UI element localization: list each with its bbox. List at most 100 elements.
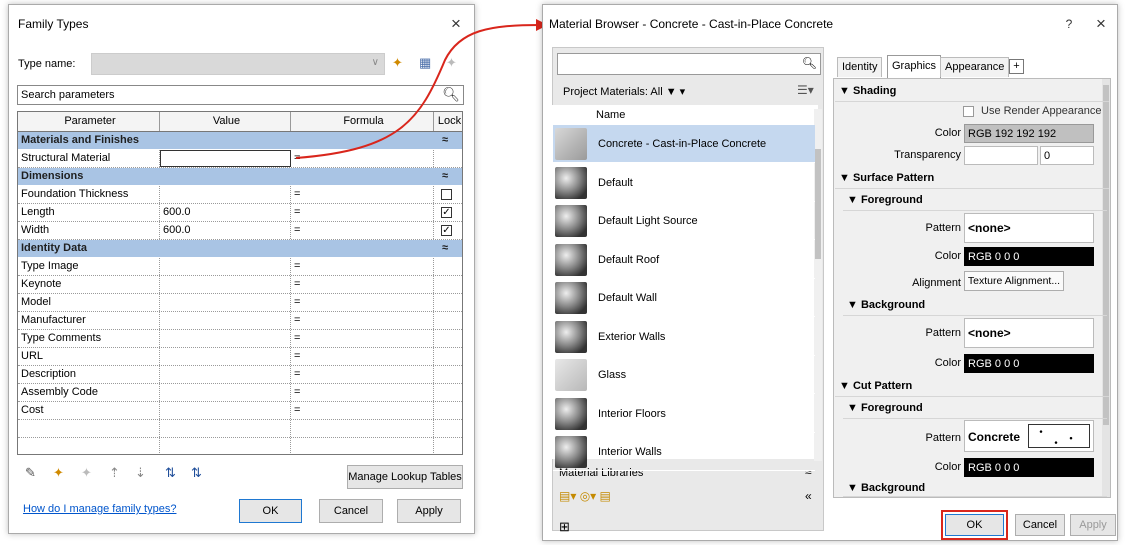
parameter-name[interactable]: Description xyxy=(18,366,160,383)
parameter-value[interactable] xyxy=(160,276,291,293)
empty-cell[interactable] xyxy=(434,420,462,437)
parameter-name[interactable]: Model xyxy=(18,294,160,311)
lock-checkbox[interactable]: ✓ xyxy=(441,207,452,218)
transparency-slider[interactable] xyxy=(964,146,1038,165)
list-view-icon[interactable]: ☰▾ xyxy=(797,83,814,97)
texture-alignment-button[interactable]: Texture Alignment... xyxy=(964,271,1064,291)
parameter-value[interactable] xyxy=(160,258,291,275)
empty-cell[interactable] xyxy=(291,420,434,437)
expand-icon[interactable]: « xyxy=(805,489,812,503)
sort-descending-icon[interactable]: ⇅ xyxy=(191,465,202,481)
parameter-formula[interactable]: = xyxy=(291,294,434,311)
surface-color-swatch[interactable]: RGB 0 0 0 xyxy=(964,247,1094,266)
properties-scrollbar[interactable] xyxy=(1102,79,1110,497)
filter-label[interactable]: Project Materials: All ▼ ▾ xyxy=(563,85,685,98)
parameter-name[interactable]: Foundation Thickness xyxy=(18,186,160,203)
parameter-name[interactable]: Width xyxy=(18,222,160,239)
ok-button[interactable]: OK xyxy=(239,499,302,523)
edit-parameter-icon[interactable]: ✎ xyxy=(25,465,36,481)
search-icon[interactable]: 🔍︎ xyxy=(442,86,460,103)
empty-cell[interactable] xyxy=(18,438,160,454)
parameter-value[interactable]: 600.0 xyxy=(160,204,291,221)
parameter-formula[interactable]: = xyxy=(291,366,434,383)
cut-foreground-header[interactable]: ▼ Foreground xyxy=(843,398,1107,419)
parameter-name[interactable]: Cost xyxy=(18,402,160,419)
column-header[interactable]: Value xyxy=(160,112,291,131)
empty-cell[interactable] xyxy=(160,438,291,454)
surface-pattern-header[interactable]: ▼ Surface Pattern xyxy=(835,168,1109,189)
parameter-name[interactable]: Structural Material xyxy=(18,150,160,167)
collapse-icon[interactable]: ≈ xyxy=(442,240,448,257)
manage-lookup-button[interactable]: Manage Lookup Tables xyxy=(347,465,463,489)
parameter-formula[interactable]: = xyxy=(291,222,434,239)
parameter-value[interactable] xyxy=(160,150,291,167)
parameter-formula[interactable]: = xyxy=(291,402,434,419)
parameter-name[interactable]: Type Comments xyxy=(18,330,160,347)
parameter-value[interactable] xyxy=(160,348,291,365)
parameter-formula[interactable]: = xyxy=(291,150,434,167)
parameter-value[interactable] xyxy=(160,330,291,347)
cut-color-swatch[interactable]: RGB 0 0 0 xyxy=(964,458,1094,477)
material-item[interactable]: Default Wall xyxy=(553,279,815,317)
column-header[interactable]: Formula xyxy=(291,112,434,131)
parameter-name[interactable]: Length xyxy=(18,204,160,221)
material-item[interactable]: Exterior Walls xyxy=(553,318,815,356)
bg-pattern-field[interactable]: <none> xyxy=(964,318,1094,348)
parameter-formula[interactable]: = xyxy=(291,348,434,365)
cancel-button[interactable]: Cancel xyxy=(319,499,383,523)
search-input[interactable]: Search parameters 🔍︎ xyxy=(17,85,464,105)
material-search-input[interactable]: 🔍︎ xyxy=(557,53,821,75)
new-type-icon[interactable]: ✦ xyxy=(392,55,403,71)
add-tab-button[interactable]: + xyxy=(1009,59,1024,74)
column-header[interactable]: Lock xyxy=(434,112,462,131)
parameter-formula[interactable]: = xyxy=(291,276,434,293)
delete-parameter-icon[interactable]: ✦ xyxy=(81,465,92,481)
sort-ascending-icon[interactable]: ⇅ xyxy=(165,465,176,481)
close-icon[interactable]: × xyxy=(446,5,466,43)
lock-checkbox[interactable]: ✓ xyxy=(441,225,452,236)
parameter-value[interactable] xyxy=(160,186,291,203)
bg-color-swatch[interactable]: RGB 0 0 0 xyxy=(964,354,1094,373)
parameter-value[interactable]: 600.0 xyxy=(160,222,291,239)
empty-cell[interactable] xyxy=(18,420,160,437)
shading-section-header[interactable]: ▼ Shading xyxy=(835,81,1109,102)
parameter-value[interactable] xyxy=(160,312,291,329)
close-icon[interactable]: × xyxy=(1091,5,1111,43)
group-header[interactable]: Identity Data ≈ xyxy=(18,240,462,258)
surface-background-header[interactable]: ▼ Background xyxy=(843,295,1107,316)
help-icon[interactable]: ? xyxy=(1059,5,1079,43)
lock-checkbox[interactable] xyxy=(441,189,452,200)
material-item[interactable]: Interior Floors xyxy=(553,395,815,433)
material-item[interactable]: Default Light Source xyxy=(553,202,815,240)
cut-pattern-field[interactable]: Concrete xyxy=(964,420,1094,452)
apply-button[interactable]: Apply xyxy=(1070,514,1116,536)
column-header[interactable]: Parameter xyxy=(18,112,160,131)
apply-button[interactable]: Apply xyxy=(397,499,461,523)
new-parameter-icon[interactable]: ✦ xyxy=(53,465,64,481)
material-editor-icon[interactable]: ⊞ xyxy=(559,519,570,535)
empty-cell[interactable] xyxy=(434,438,462,454)
parameter-formula[interactable]: = xyxy=(291,384,434,401)
parameter-name[interactable]: Keynote xyxy=(18,276,160,293)
move-down-icon[interactable]: ⇣ xyxy=(135,465,146,481)
tab-appearance[interactable]: Appearance xyxy=(940,57,1010,77)
tab-identity[interactable]: Identity xyxy=(837,57,883,77)
help-link[interactable]: How do I manage family types? xyxy=(23,503,176,515)
parameter-formula[interactable]: = xyxy=(291,204,434,221)
material-item[interactable]: Interior Walls xyxy=(553,433,815,471)
parameter-formula[interactable]: = xyxy=(291,312,434,329)
rename-type-icon[interactable]: ▦ xyxy=(419,55,431,71)
parameter-name[interactable]: Assembly Code xyxy=(18,384,160,401)
material-item[interactable]: Default xyxy=(553,164,815,202)
parameter-value[interactable] xyxy=(160,294,291,311)
delete-type-icon[interactable]: ✦ xyxy=(446,55,457,71)
parameter-name[interactable]: Type Image xyxy=(18,258,160,275)
empty-cell[interactable] xyxy=(291,438,434,454)
group-header[interactable]: Dimensions ≈ xyxy=(18,168,462,186)
surface-pattern-field[interactable]: <none> xyxy=(964,213,1094,243)
move-up-icon[interactable]: ⇡ xyxy=(109,465,120,481)
search-icon[interactable]: 🔍︎ xyxy=(802,56,817,70)
parameter-value[interactable] xyxy=(160,402,291,419)
parameter-name[interactable]: Manufacturer xyxy=(18,312,160,329)
use-render-checkbox[interactable] xyxy=(963,106,974,117)
